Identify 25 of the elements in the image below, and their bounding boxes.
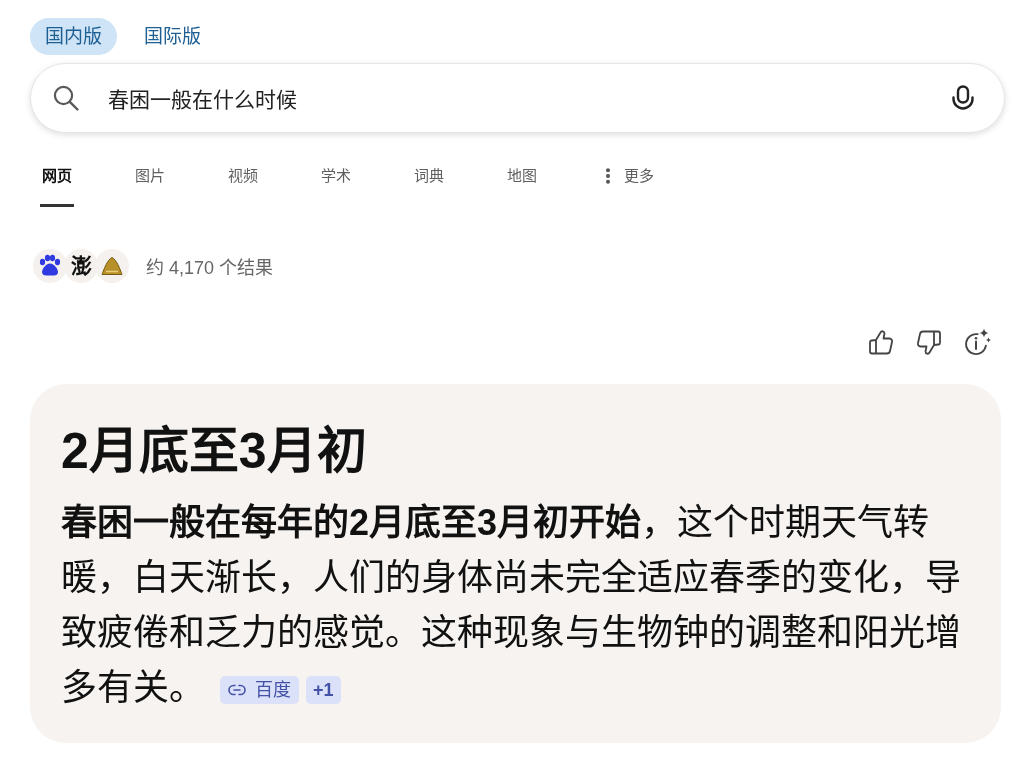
nav-tab[interactable]: 词典 [412, 166, 446, 207]
answer-title: 2月底至3月初 [61, 422, 368, 481]
nav-tab[interactable]: 图片 [133, 166, 167, 207]
search-bar[interactable]: 春困一般在什么时候 [30, 63, 1005, 133]
mound-logo-icon [95, 249, 129, 283]
nav-tab[interactable]: 网页 [40, 166, 74, 207]
search-icon [52, 84, 80, 112]
thumbs-down-icon[interactable] [916, 328, 942, 356]
microphone-icon[interactable] [951, 84, 975, 112]
link-icon [228, 684, 246, 696]
thumbs-up-icon[interactable] [868, 328, 894, 356]
edition-tab[interactable]: 国际版 [129, 18, 216, 55]
nav-tab[interactable]: 学术 [319, 166, 353, 207]
nav-tab[interactable]: 视频 [226, 166, 260, 207]
answer-text: 春困一般在每年的2月底至3月初开始，这个时期天气转暖，白天渐长，人们的身体尚未完全适应春季的变化，导致疲倦和乏力的感觉。这种现象与生物钟的调整和阳光增多有关。 百度 +1 [61, 501, 962, 710]
source-logo: 澎 [64, 249, 98, 283]
nav-tab[interactable]: 更多 [598, 166, 656, 207]
nav-tab[interactable]: 地图 [505, 166, 539, 207]
source-link[interactable]: 百度 [220, 676, 299, 704]
search-field[interactable]: 春困一般在什么时候 [108, 86, 931, 110]
paw-logo-icon [33, 249, 67, 283]
result-count: 约 4,170 个结果 [146, 257, 274, 279]
info-sparkle-icon[interactable] [964, 328, 992, 356]
edition-tab[interactable]: 国内版 [30, 18, 117, 55]
more-sources-button[interactable]: +1 [306, 676, 341, 704]
